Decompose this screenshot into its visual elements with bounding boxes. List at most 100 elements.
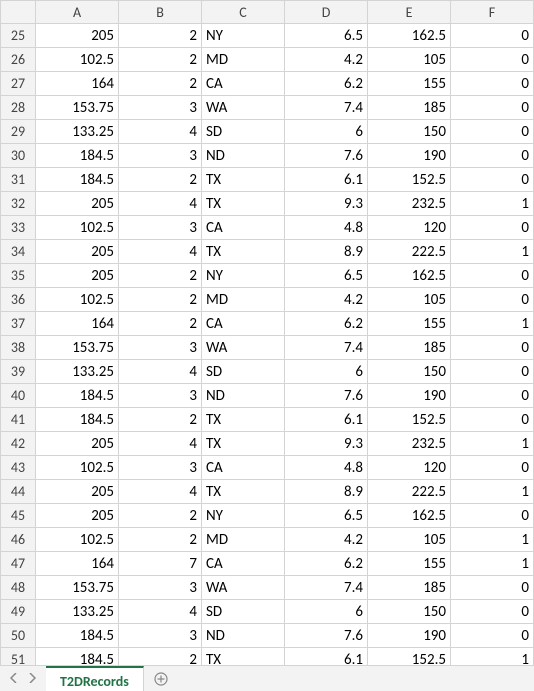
cell[interactable]: 6.2 — [285, 72, 368, 96]
cell[interactable]: 155 — [368, 312, 451, 336]
cell[interactable]: 1 — [451, 432, 534, 456]
cell[interactable]: 153.75 — [36, 576, 119, 600]
cell[interactable]: CA — [202, 216, 285, 240]
cell[interactable]: 153.75 — [36, 96, 119, 120]
cell[interactable]: TX — [202, 240, 285, 264]
cell[interactable]: 185 — [368, 96, 451, 120]
row-header[interactable]: 35 — [0, 264, 36, 288]
cell[interactable]: 4 — [119, 432, 202, 456]
cell[interactable]: 2 — [119, 408, 202, 432]
cell[interactable]: CA — [202, 312, 285, 336]
cell[interactable]: 1 — [451, 552, 534, 576]
cell[interactable]: TX — [202, 480, 285, 504]
cell[interactable]: 232.5 — [368, 192, 451, 216]
row-header[interactable]: 27 — [0, 72, 36, 96]
cell[interactable]: 2 — [119, 504, 202, 528]
cell[interactable]: 152.5 — [368, 168, 451, 192]
cell[interactable]: MD — [202, 288, 285, 312]
cell[interactable]: 4.2 — [285, 48, 368, 72]
cell[interactable]: 162.5 — [368, 264, 451, 288]
cell[interactable]: 184.5 — [36, 408, 119, 432]
cell[interactable]: 205 — [36, 24, 119, 48]
cell[interactable]: 2 — [119, 24, 202, 48]
cell[interactable]: SD — [202, 600, 285, 624]
cell[interactable]: 0 — [451, 576, 534, 600]
cell[interactable]: 105 — [368, 288, 451, 312]
cell[interactable]: 152.5 — [368, 408, 451, 432]
row-header[interactable]: 30 — [0, 144, 36, 168]
cell[interactable]: 6.1 — [285, 168, 368, 192]
cell[interactable]: 7.4 — [285, 576, 368, 600]
cell[interactable]: 6 — [285, 120, 368, 144]
cell[interactable]: 6.2 — [285, 312, 368, 336]
cell[interactable]: 0 — [451, 96, 534, 120]
cell[interactable]: MD — [202, 48, 285, 72]
cell[interactable]: 1 — [451, 528, 534, 552]
cell[interactable]: 6.1 — [285, 408, 368, 432]
cell[interactable]: ND — [202, 144, 285, 168]
row-header[interactable]: 46 — [0, 528, 36, 552]
cell[interactable]: 102.5 — [36, 288, 119, 312]
cell[interactable]: 190 — [368, 144, 451, 168]
cell[interactable]: 222.5 — [368, 240, 451, 264]
cell[interactable]: 102.5 — [36, 48, 119, 72]
cell[interactable]: 0 — [451, 456, 534, 480]
cell[interactable]: 7.4 — [285, 336, 368, 360]
cell[interactable]: 0 — [451, 600, 534, 624]
cell[interactable]: 0 — [451, 624, 534, 648]
cell[interactable]: 3 — [119, 384, 202, 408]
row-header[interactable]: 38 — [0, 336, 36, 360]
cell[interactable]: NY — [202, 504, 285, 528]
cell[interactable]: 1 — [451, 480, 534, 504]
cell[interactable]: 0 — [451, 48, 534, 72]
cell[interactable]: 2 — [119, 528, 202, 552]
cell[interactable]: 0 — [451, 360, 534, 384]
cell[interactable]: 6.5 — [285, 504, 368, 528]
cell[interactable]: 162.5 — [368, 24, 451, 48]
cell[interactable]: 3 — [119, 576, 202, 600]
cell[interactable]: 150 — [368, 600, 451, 624]
cell[interactable]: 6.5 — [285, 24, 368, 48]
cell[interactable]: 190 — [368, 384, 451, 408]
cell[interactable]: 7 — [119, 552, 202, 576]
cell[interactable]: 6.5 — [285, 264, 368, 288]
column-header[interactable]: F — [451, 0, 534, 24]
cell[interactable]: NY — [202, 264, 285, 288]
column-header[interactable]: C — [202, 0, 285, 24]
sheet-nav-prev-icon[interactable] — [10, 670, 18, 687]
cell[interactable]: 232.5 — [368, 432, 451, 456]
cell[interactable]: 0 — [451, 72, 534, 96]
row-header[interactable]: 29 — [0, 120, 36, 144]
cell[interactable]: CA — [202, 552, 285, 576]
cell[interactable]: 133.25 — [36, 360, 119, 384]
cell[interactable]: 0 — [451, 504, 534, 528]
cell[interactable]: 0 — [451, 264, 534, 288]
cell[interactable]: 4.8 — [285, 216, 368, 240]
column-header[interactable]: A — [36, 0, 119, 24]
cell[interactable]: SD — [202, 360, 285, 384]
spreadsheet-grid[interactable]: ABCDEF252052NY6.5162.5026102.52MD4.21050… — [0, 0, 534, 672]
cell[interactable]: 0 — [451, 144, 534, 168]
cell[interactable]: 4 — [119, 600, 202, 624]
cell[interactable]: 205 — [36, 192, 119, 216]
row-header[interactable]: 42 — [0, 432, 36, 456]
cell[interactable]: 7.6 — [285, 144, 368, 168]
cell[interactable]: 2 — [119, 312, 202, 336]
cell[interactable]: 6 — [285, 360, 368, 384]
cell[interactable]: 4 — [119, 480, 202, 504]
cell[interactable]: 2 — [119, 168, 202, 192]
cell[interactable]: WA — [202, 576, 285, 600]
cell[interactable]: 205 — [36, 264, 119, 288]
cell[interactable]: 2 — [119, 48, 202, 72]
cell[interactable]: 155 — [368, 552, 451, 576]
cell[interactable]: 9.3 — [285, 192, 368, 216]
column-header[interactable]: D — [285, 0, 368, 24]
cell[interactable]: CA — [202, 72, 285, 96]
cell[interactable]: ND — [202, 624, 285, 648]
cell[interactable]: 105 — [368, 48, 451, 72]
cell[interactable]: 133.25 — [36, 120, 119, 144]
cell[interactable]: 2 — [119, 72, 202, 96]
cell[interactable]: ND — [202, 384, 285, 408]
cell[interactable]: 102.5 — [36, 456, 119, 480]
cell[interactable]: 120 — [368, 216, 451, 240]
